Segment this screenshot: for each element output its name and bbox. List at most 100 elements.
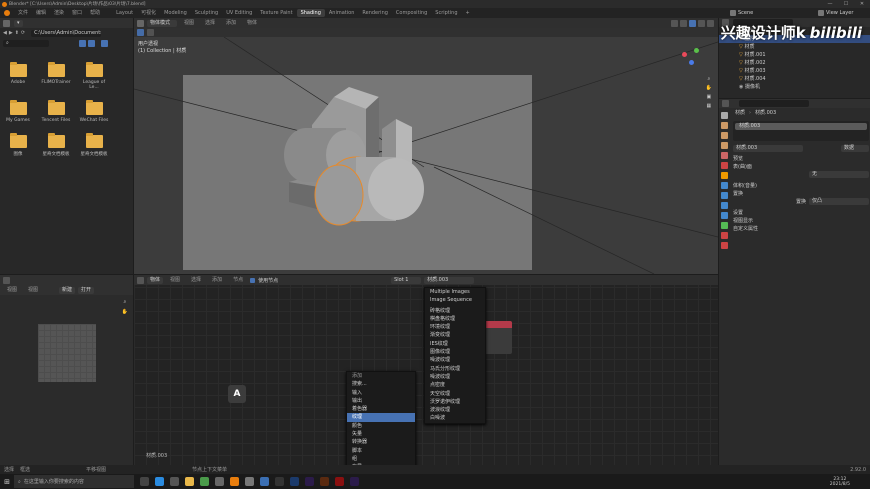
add-menu-script[interactable]: 脚本 xyxy=(347,447,415,455)
display-grid-icon[interactable] xyxy=(88,39,95,47)
surface-value[interactable]: 无 xyxy=(809,171,869,178)
tab-scripting[interactable]: Scripting xyxy=(431,9,461,17)
tool-tab-icon[interactable] xyxy=(721,112,728,119)
editor-type-icon[interactable] xyxy=(3,276,10,284)
tab-compositing[interactable]: Compositing xyxy=(392,9,431,17)
pan-hand-icon[interactable]: ✋ xyxy=(122,309,128,315)
view-menu[interactable]: ▾ xyxy=(14,19,23,27)
camera-view-icon[interactable]: ▣ xyxy=(707,94,712,100)
folder-item[interactable]: My Games xyxy=(2,100,34,123)
material-slot[interactable]: 材质.003 xyxy=(735,123,867,130)
shading-solid-icon[interactable] xyxy=(689,19,696,27)
add-menu-shader[interactable]: 着色器 xyxy=(347,405,415,413)
texture-noise[interactable]: 噪波纹理 xyxy=(425,356,485,364)
xray-icon[interactable] xyxy=(680,19,687,27)
tab-shading[interactable]: Shading xyxy=(296,9,325,17)
image-menu-view[interactable]: 视图 xyxy=(3,286,21,294)
texture-gradient[interactable]: 渐变纹理 xyxy=(425,331,485,339)
folder-item[interactable]: 星奇文档模板 xyxy=(78,133,110,157)
texture-musgrave[interactable]: 马氏分形纹理 xyxy=(425,365,485,373)
store-icon[interactable] xyxy=(170,477,179,486)
filter-icon[interactable] xyxy=(101,39,108,47)
new-image-button[interactable]: 新建 xyxy=(59,286,76,294)
back-arrow-icon[interactable]: ◀ xyxy=(3,30,7,36)
node-menu-select[interactable]: 选择 xyxy=(187,276,205,284)
texture-image-sequence[interactable]: Image Sequence xyxy=(425,296,485,304)
object-tab-icon[interactable] xyxy=(721,172,728,179)
add-menu-vector[interactable]: 矢量 xyxy=(347,430,415,438)
zoom-icon[interactable]: ⌕ xyxy=(123,299,126,305)
viewport-menu-object[interactable]: 物体 xyxy=(243,19,261,27)
menu-window[interactable]: 窗口 xyxy=(68,9,86,17)
add-menu-input[interactable]: 输入 xyxy=(347,389,415,397)
section-custom-properties[interactable]: 自定义属性 xyxy=(733,225,869,233)
output-tab-icon[interactable] xyxy=(721,132,728,139)
folder-item[interactable]: Tencent Files xyxy=(40,100,72,123)
section-surface[interactable]: 表(曲)面 xyxy=(733,163,869,171)
section-viewport-display[interactable]: 视图显示 xyxy=(733,217,869,225)
zoom-icon[interactable]: ⌕ xyxy=(707,76,710,82)
texture-ies[interactable]: IES纹理 xyxy=(425,340,485,348)
outliner-item[interactable]: ◉ 摄像机 xyxy=(719,83,870,91)
shading-material-icon[interactable] xyxy=(698,19,705,27)
texture-noise-2[interactable]: 噪波纹理 xyxy=(425,373,485,381)
tab-layout[interactable]: Layout xyxy=(112,9,137,17)
editor-type-icon[interactable] xyxy=(722,100,729,107)
blender-menu-icon[interactable] xyxy=(4,10,10,16)
menu-file[interactable]: 文件 xyxy=(14,9,32,17)
scene-tab-icon[interactable] xyxy=(721,152,728,159)
edge-icon[interactable] xyxy=(155,477,164,486)
tab-rendering[interactable]: Rendering xyxy=(358,9,392,17)
add-menu-group[interactable]: 组 xyxy=(347,455,415,463)
constraints-tab-icon[interactable] xyxy=(721,212,728,219)
view-layer-tab-icon[interactable] xyxy=(721,142,728,149)
taskbar-search[interactable]: ⌕ 在这里输入你要搜索的内容 xyxy=(14,475,134,488)
editor-type-icon[interactable] xyxy=(3,19,10,27)
folder-item[interactable]: League of Le... xyxy=(78,62,110,90)
close-button[interactable]: ✕ xyxy=(854,1,870,7)
folder-item[interactable]: WeChat Files xyxy=(78,100,110,123)
editor-type-icon[interactable] xyxy=(137,19,144,27)
node-menu-node[interactable]: 节点 xyxy=(229,276,247,284)
outliner-item[interactable]: ▽ 材质.002 xyxy=(719,59,870,67)
texture-checker[interactable]: 棋盘格纹理 xyxy=(425,315,485,323)
texture-multiple-images[interactable]: Multiple Images xyxy=(425,288,485,296)
shading-render-icon[interactable] xyxy=(707,19,714,27)
add-menu-texture[interactable]: 纹理 xyxy=(347,413,415,422)
use-nodes-checkbox[interactable] xyxy=(250,277,256,283)
pan-hand-icon[interactable]: ✋ xyxy=(706,85,712,91)
folder-item[interactable]: 星奇文档模板 xyxy=(40,133,72,157)
clock[interactable]: 23:12 2021/8/5 xyxy=(830,477,850,487)
tab-sculpting[interactable]: Sculpting xyxy=(191,9,222,17)
slot-select[interactable]: Slot 1 xyxy=(391,276,422,284)
folder-item[interactable]: Adobe xyxy=(2,62,34,90)
texture-brick[interactable]: 砖格纹理 xyxy=(425,307,485,315)
texture-voronoi[interactable]: 沃罗诺伊纹理 xyxy=(425,398,485,406)
texture-image[interactable]: 图像纹理 xyxy=(425,348,485,356)
texture-white-noise[interactable]: 白噪波 xyxy=(425,414,485,422)
tab-uv-editing[interactable]: UV Editing xyxy=(222,9,256,17)
node-menu-view[interactable]: 视图 xyxy=(166,276,184,284)
display-list-icon[interactable] xyxy=(79,39,86,47)
navigation-gizmo[interactable] xyxy=(676,44,706,74)
world-tab-icon[interactable] xyxy=(721,162,728,169)
explorer-icon[interactable] xyxy=(185,477,194,486)
tab-modeling[interactable]: Modeling xyxy=(160,9,191,17)
parent-dir-icon[interactable]: ⬆ xyxy=(15,30,19,36)
material-tab-icon[interactable] xyxy=(721,232,728,239)
app-icon[interactable] xyxy=(245,477,254,486)
add-menu-converter[interactable]: 转换器 xyxy=(347,438,415,446)
photoshop-icon[interactable] xyxy=(290,477,299,486)
section-volume[interactable]: 体积(音量) xyxy=(733,182,869,190)
app-icon[interactable] xyxy=(275,477,284,486)
viewport-menu-add[interactable]: 添加 xyxy=(222,19,240,27)
outliner-item[interactable]: ▽ 材质.003 xyxy=(719,67,870,75)
menu-edit[interactable]: 编辑 xyxy=(32,9,50,17)
app-icon[interactable] xyxy=(260,477,269,486)
material-field[interactable]: 材质.003 xyxy=(733,145,803,152)
windows-start-icon[interactable]: ⊞ xyxy=(0,478,14,486)
menu-render[interactable]: 渲染 xyxy=(50,9,68,17)
shader-type-select[interactable]: 物体 xyxy=(147,276,164,284)
add-workspace-button[interactable]: + xyxy=(462,9,474,17)
tab-visualize[interactable]: 可视化 xyxy=(137,9,160,17)
